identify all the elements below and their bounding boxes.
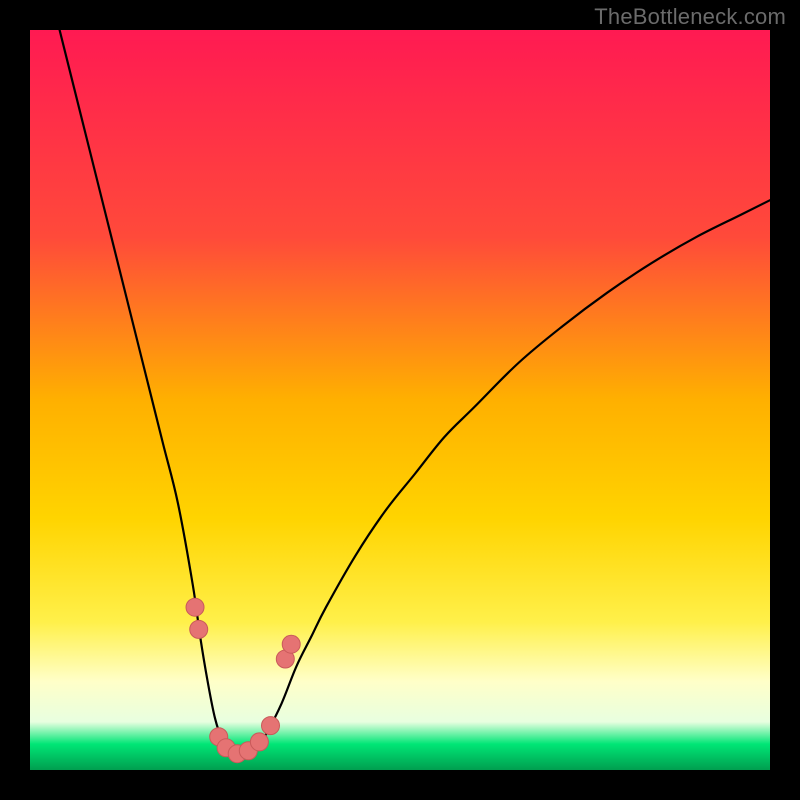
curve-marker bbox=[190, 620, 208, 638]
curve-marker bbox=[282, 635, 300, 653]
curve-marker bbox=[262, 717, 280, 735]
curve-marker bbox=[186, 598, 204, 616]
chart-frame: TheBottleneck.com bbox=[0, 0, 800, 800]
bottleneck-chart bbox=[30, 30, 770, 770]
gradient-background bbox=[30, 30, 770, 770]
plot-area bbox=[30, 30, 770, 770]
curve-marker bbox=[250, 733, 268, 751]
watermark-text: TheBottleneck.com bbox=[594, 4, 786, 30]
